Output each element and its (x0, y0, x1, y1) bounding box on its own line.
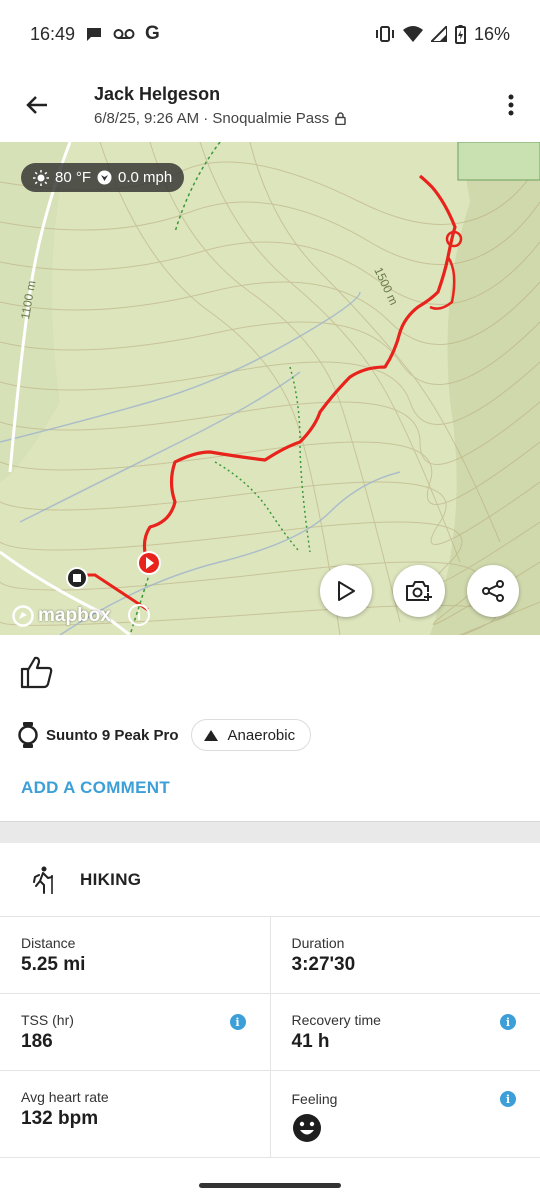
feeling-info-icon[interactable]: i (500, 1091, 516, 1107)
add-photo-button[interactable] (393, 565, 445, 617)
stat-value: 41 h (291, 1031, 330, 1052)
stat-label: Avg heart rate (21, 1089, 109, 1105)
user-name[interactable]: Jack Helgeson (94, 84, 482, 105)
stats-grid: Distance 5.25 mi Duration 3:27'30 TSS (h… (0, 917, 540, 1158)
workout-subtitle: 6/8/25, 9:26 AM · Snoqualmie Pass (94, 110, 482, 127)
device-row: Suunto 9 Peak Pro Anaerobic (18, 719, 312, 751)
app-header: Jack Helgeson 6/8/25, 9:26 AM · Snoqualm… (0, 68, 540, 142)
wind-direction-icon (97, 170, 112, 185)
like-button[interactable] (18, 654, 56, 692)
gesture-navigation-bar[interactable] (199, 1183, 341, 1188)
battery-percent: 16% (473, 23, 510, 44)
stat-avg-heart-rate: Avg heart rate 132 bpm (0, 1071, 270, 1157)
stats-row: Distance 5.25 mi Duration 3:27'30 (0, 917, 540, 994)
workout-date-location: 6/8/25, 9:26 AM · Snoqualmie Pass (94, 109, 330, 127)
tss-info-icon[interactable]: i (229, 1014, 246, 1030)
battery-charging-icon (454, 24, 466, 44)
stat-value: 186 (21, 1031, 53, 1052)
stats-row: Avg heart rate 132 bpm Feeling i (0, 1071, 540, 1158)
thumbs-up-icon (20, 656, 53, 689)
arrow-back-icon (26, 96, 47, 114)
status-bar: 16:49 G 16% (0, 0, 540, 68)
play-icon (338, 581, 355, 601)
voicemail-icon (113, 27, 135, 41)
stat-tss: TSS (hr) 186 i (0, 994, 270, 1070)
social-section: Suunto 9 Peak Pro Anaerobic ADD A COMMEN… (0, 635, 540, 821)
stat-duration: Duration 3:27'30 (269, 917, 540, 993)
route-end-marker (66, 567, 88, 589)
wind-speed: 0.0 mph (118, 169, 173, 186)
more-vertical-icon (508, 94, 514, 116)
temperature: 80 °F (55, 169, 92, 186)
device-name: Suunto 9 Peak Pro (46, 726, 179, 744)
share-button[interactable] (467, 565, 519, 617)
stat-feeling: Feeling i (269, 1071, 540, 1157)
topographic-map (0, 142, 540, 635)
back-button[interactable] (0, 68, 74, 142)
section-divider (0, 821, 540, 843)
watch-icon (18, 722, 38, 748)
activity-type-row: HIKING (0, 843, 540, 917)
stat-value: 3:27'30 (291, 954, 356, 975)
header-text: Jack Helgeson 6/8/25, 9:26 AM · Snoqualm… (74, 84, 482, 127)
map-attribution-info-button[interactable]: i (128, 604, 150, 626)
route-start-marker (137, 551, 161, 575)
mapbox-logo-icon (12, 605, 34, 627)
mapbox-logo: mapbox (12, 605, 111, 627)
stat-label: Distance (21, 935, 76, 951)
wifi-icon (402, 26, 423, 42)
add-photo-icon (406, 581, 432, 601)
mapbox-attribution: mapbox (38, 605, 111, 626)
vibrate-icon (375, 25, 395, 43)
hiking-icon (33, 866, 53, 894)
anaerobic-tag[interactable]: Anaerobic (190, 719, 312, 751)
more-menu-button[interactable] (482, 68, 540, 142)
stat-distance: Distance 5.25 mi (0, 917, 270, 993)
stat-label: Duration (291, 935, 345, 951)
stat-recovery-time: Recovery time 41 h i (269, 994, 540, 1070)
play-route-button[interactable] (320, 565, 372, 617)
route-map[interactable]: 1500 m 1100 m 80 °F 0.0 mph mapbox i (0, 142, 540, 635)
activity-name: HIKING (80, 869, 142, 889)
stat-value: 132 bpm (21, 1108, 99, 1129)
google-icon: G (145, 23, 160, 44)
sun-icon (33, 169, 49, 186)
clock: 16:49 (30, 23, 76, 44)
share-icon (482, 580, 504, 602)
stats-row: TSS (hr) 186 i Recovery time 41 h i (0, 994, 540, 1071)
recovery-info-icon[interactable]: i (500, 1014, 516, 1030)
lock-icon (335, 111, 346, 125)
weather-pill: 80 °F 0.0 mph (21, 163, 185, 192)
happy-face-icon (292, 1114, 321, 1142)
add-comment-button[interactable]: ADD A COMMENT (21, 778, 170, 798)
signal-icon (430, 26, 447, 42)
chat-bubble-icon (85, 25, 103, 43)
tag-label: Anaerobic (227, 726, 296, 744)
triangle-up-icon (203, 729, 218, 741)
stat-value: 5.25 mi (21, 954, 86, 975)
